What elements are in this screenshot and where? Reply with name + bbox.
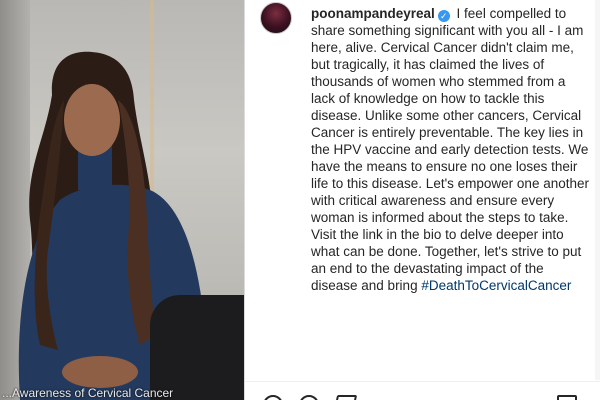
- post-caption: poonampandeyreal ✓ I feel compelled to sh…: [311, 5, 593, 294]
- avatar[interactable]: [260, 2, 292, 34]
- chair: [150, 295, 244, 400]
- video-caption: ...Awareness of Cervical Cancer: [2, 386, 174, 400]
- post-panel: poonampandeyreal ✓ I feel compelled to sh…: [245, 0, 600, 400]
- post-actions: [245, 381, 600, 400]
- video-frame[interactable]: ...Awareness of Cervical Cancer: [0, 0, 244, 400]
- share-icon[interactable]: [332, 395, 358, 400]
- username-link[interactable]: poonampandeyreal: [311, 6, 435, 21]
- heart-icon[interactable]: [258, 390, 288, 400]
- caption-text: I feel compelled to share something sign…: [311, 6, 589, 293]
- caption-scrollbar[interactable]: [595, 0, 600, 380]
- hashtag-link[interactable]: #DeathToCervicalCancer: [421, 278, 571, 293]
- bookmark-icon[interactable]: [557, 395, 577, 400]
- comment-icon[interactable]: [299, 395, 319, 400]
- verified-badge-icon: ✓: [437, 10, 450, 22]
